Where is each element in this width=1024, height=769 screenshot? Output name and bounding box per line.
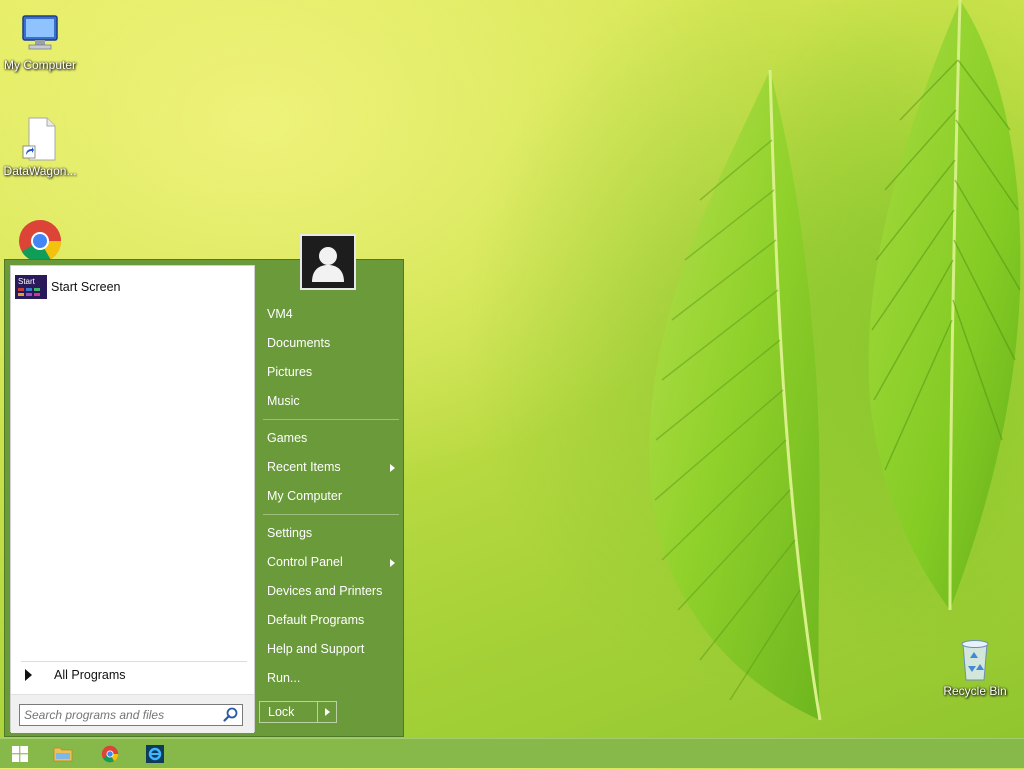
file-explorer-icon <box>53 747 73 762</box>
start-menu-programs-pane: Start Start Screen All Programs <box>10 265 255 733</box>
all-programs-button[interactable]: All Programs <box>21 661 247 682</box>
place-item-label: Games <box>267 431 308 445</box>
place-item-default-programs[interactable]: Default Programs <box>259 606 399 635</box>
place-item-music[interactable]: Music <box>259 387 399 416</box>
taskbar-file-explorer[interactable] <box>43 739 83 769</box>
desktop-icon-recycle-bin[interactable]: Recycle Bin <box>935 636 1015 698</box>
place-item-control-panel[interactable]: Control Panel <box>259 548 399 577</box>
program-item-start-screen[interactable]: Start Start Screen <box>15 274 120 300</box>
wallpaper-leaf <box>649 69 822 721</box>
submenu-arrow-icon <box>390 559 395 567</box>
place-item-label: Help and Support <box>267 642 365 656</box>
place-item-vm4[interactable]: VM4 <box>259 300 399 329</box>
place-item-label: VM4 <box>267 307 293 321</box>
place-item-my-computer[interactable]: My Computer <box>259 482 399 511</box>
lock-label: Lock <box>268 705 295 719</box>
desktop-icon-label: DataWagon... <box>3 164 77 178</box>
computer-icon <box>22 15 58 50</box>
place-item-label: Recent Items <box>267 460 341 474</box>
chrome-icon <box>101 745 119 763</box>
desktop-icon-my-computer[interactable]: My Computer <box>0 10 80 72</box>
lock-button[interactable]: Lock <box>260 702 317 722</box>
start-screen-icon-text: Start <box>18 277 36 286</box>
place-item-label: My Computer <box>267 489 343 503</box>
wallpaper-leaf <box>868 0 1021 611</box>
search-icon[interactable] <box>222 706 240 724</box>
search-box[interactable] <box>19 704 243 726</box>
place-item-pictures[interactable]: Pictures <box>259 358 399 387</box>
place-item-recent-items[interactable]: Recent Items <box>259 453 399 482</box>
taskbar-ie[interactable] <box>135 739 175 769</box>
power-options-button[interactable] <box>317 702 336 722</box>
taskbar-chrome[interactable] <box>90 739 130 769</box>
desktop-icon-label: Recycle Bin <box>943 684 1007 698</box>
start-screen-icon: Start <box>15 275 47 299</box>
place-item-games[interactable]: Games <box>259 424 399 453</box>
user-picture[interactable] <box>300 234 356 290</box>
search-area <box>11 694 254 733</box>
separator <box>263 514 399 515</box>
triangle-right-icon <box>25 669 32 681</box>
program-item-label: Start Screen <box>51 280 121 294</box>
place-item-label: Default Programs <box>267 613 365 627</box>
place-item-help-support[interactable]: Help and Support <box>259 635 399 664</box>
place-item-documents[interactable]: Documents <box>259 329 399 358</box>
place-item-settings[interactable]: Settings <box>259 519 399 548</box>
file-shortcut-icon <box>22 117 56 161</box>
place-item-label: Documents <box>267 336 331 350</box>
chrome-icon <box>19 220 62 263</box>
desktop-icon-datawagon[interactable]: DataWagon... <box>0 116 80 178</box>
place-item-label: Settings <box>267 526 313 540</box>
search-input[interactable] <box>20 707 222 723</box>
taskbar <box>0 738 1024 768</box>
submenu-arrow-icon <box>390 464 395 472</box>
place-item-label: Pictures <box>267 365 313 379</box>
start-menu: Start Start Screen All Programs VM4 Docu… <box>4 259 404 737</box>
place-item-label: Music <box>267 394 300 408</box>
ie-icon <box>146 745 164 763</box>
chevron-right-icon <box>324 708 330 716</box>
place-item-run[interactable]: Run... <box>259 664 399 693</box>
recycle-bin-icon <box>961 640 989 681</box>
place-item-devices-printers[interactable]: Devices and Printers <box>259 577 399 606</box>
all-programs-label: All Programs <box>54 668 126 682</box>
user-avatar-icon <box>312 247 344 282</box>
separator <box>263 419 399 420</box>
place-item-label: Control Panel <box>267 555 343 569</box>
place-item-label: Devices and Printers <box>267 584 383 598</box>
place-item-label: Run... <box>267 671 301 685</box>
start-button[interactable] <box>0 739 40 769</box>
start-menu-places-list: VM4 Documents Pictures Music Games Recen… <box>259 300 399 693</box>
windows-start-icon <box>12 746 28 762</box>
desktop-icon-label: My Computer <box>3 58 77 72</box>
lock-button-group: Lock <box>259 701 337 723</box>
